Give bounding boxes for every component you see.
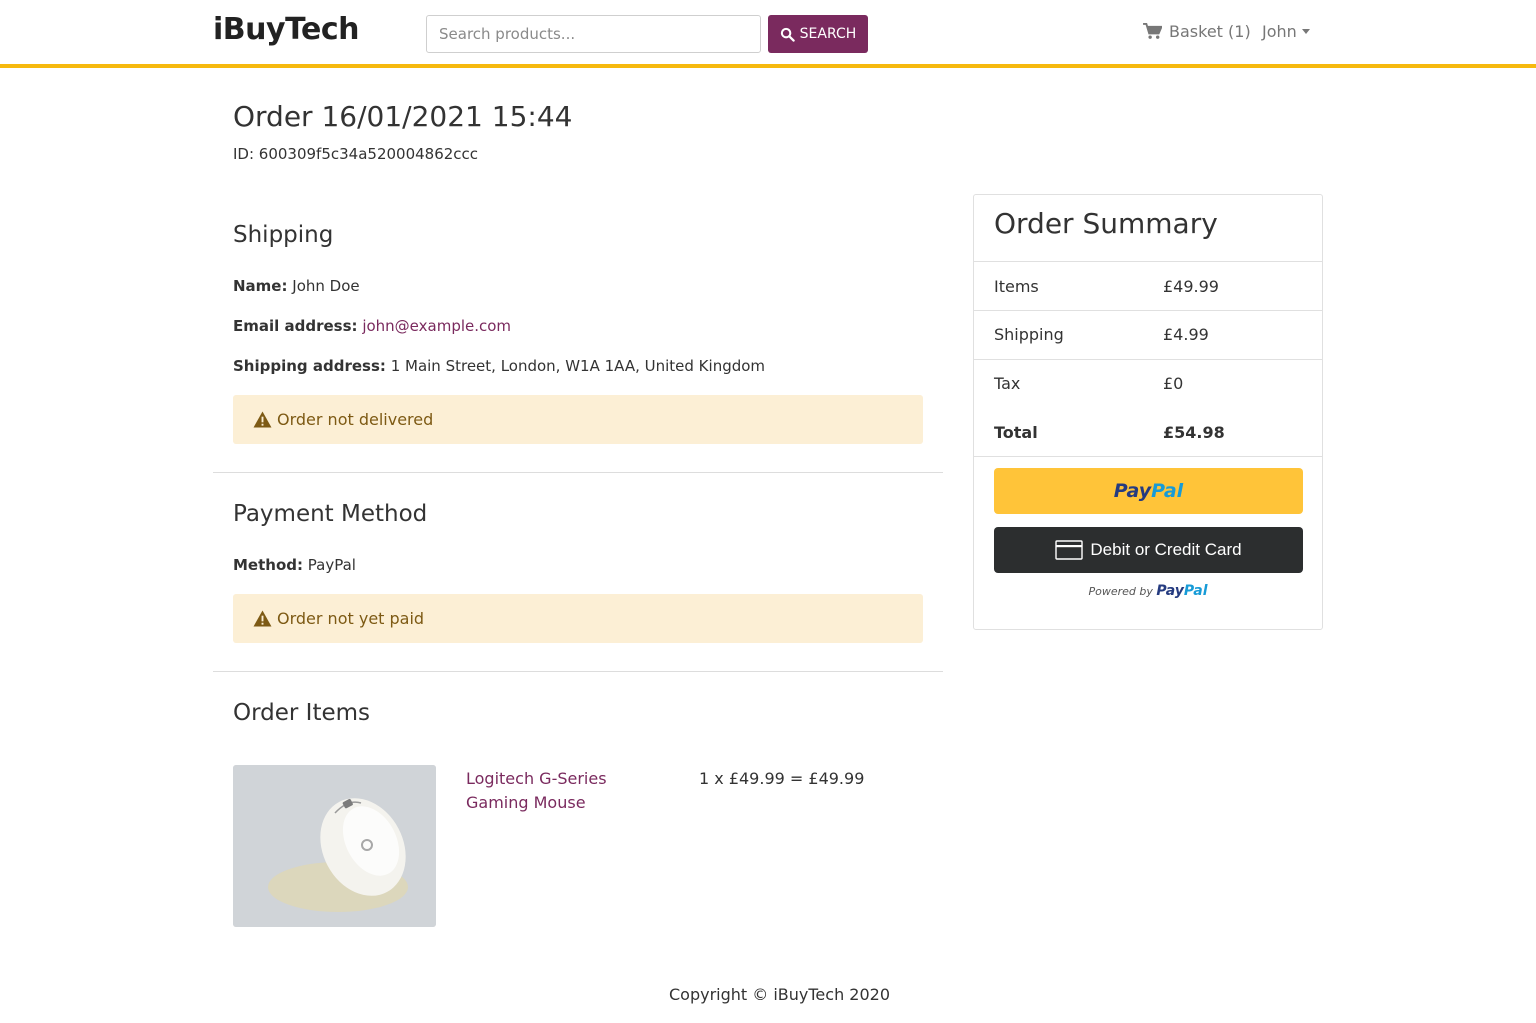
debit-credit-card-button[interactable]: Debit or Credit Card [994,527,1303,573]
page-title: Order 16/01/2021 15:44 [233,100,573,133]
summary-items-value: £49.99 [1163,277,1219,296]
paypal-logo-pal: Pal [1151,480,1184,502]
brand-logo[interactable]: iBuyTech [213,12,360,47]
shipping-name: Name: John Doe [233,277,360,295]
credit-card-icon [1055,540,1084,560]
shipping-email-label: Email address: [233,317,358,335]
warning-triangle-icon [253,610,272,627]
powered-by-text: Powered by [1088,585,1153,598]
paypal-logo-pay: Pay [1113,480,1152,502]
divider [213,671,943,672]
caret-down-icon [1301,29,1310,34]
basket-label: Basket (1) [1169,22,1251,41]
powered-by-paypal: Powered by PayPal [974,583,1322,599]
summary-row-tax-total: Tax £0 Total £54.98 [974,359,1322,456]
payment-method-value: PayPal [307,556,356,574]
payment-status-text: Order not yet paid [277,609,425,628]
summary-shipping-value: £4.99 [1163,325,1209,344]
summary-items-label: Items [994,277,1039,296]
powered-paypal-pal: Pal [1183,583,1208,599]
payment-status-alert: Order not yet paid [233,594,923,643]
shopping-cart-icon [1143,23,1162,39]
product-price-line: 1 x £49.99 = £49.99 [699,769,865,788]
delivery-status-alert: Order not delivered [233,395,923,444]
powered-paypal-pay: Pay [1156,583,1184,599]
order-summary-title: Order Summary [994,207,1218,240]
summary-divider [974,456,1322,457]
payment-method: Method: PayPal [233,556,356,574]
shipping-address-value: 1 Main Street, London, W1A 1AA, United K… [390,357,766,375]
payment-heading: Payment Method [233,501,428,527]
footer-copyright: Copyright © iBuyTech 2020 [668,985,891,1004]
shipping-address-label: Shipping address: [233,357,386,375]
product-image[interactable] [233,765,436,927]
payment-method-label: Method: [233,556,303,574]
summary-total-label: Total [994,423,1038,442]
shipping-email: Email address: john@example.com [233,317,511,335]
summary-shipping-label: Shipping [994,325,1064,344]
navbar: iBuyTech SEARCH Basket (1) John [0,0,1536,68]
user-name: John [1262,22,1297,41]
shipping-name-label: Name: [233,277,288,295]
summary-row-shipping: Shipping £4.99 [974,310,1322,359]
search-button-label: SEARCH [799,26,857,42]
paypal-button[interactable]: Pay Pal [994,468,1303,514]
shipping-address: Shipping address: 1 Main Street, London,… [233,357,765,375]
warning-triangle-icon [253,411,272,428]
shipping-heading: Shipping [233,222,334,248]
summary-tax-value: £0 [1163,374,1184,393]
search-icon [780,27,795,42]
summary-row-items: Items £49.99 [974,261,1322,310]
divider [213,472,943,473]
order-summary-card: Order Summary Items £49.99 Shipping £4.9… [973,194,1323,630]
email-link[interactable]: john@example.com [362,317,511,335]
basket-link[interactable]: Basket (1) [1143,22,1251,41]
user-menu-dropdown[interactable]: John [1262,22,1310,41]
search-input[interactable] [426,15,761,53]
summary-tax-label: Tax [994,374,1021,393]
order-id: ID: 600309f5c34a520004862ccc [233,145,479,163]
card-button-label: Debit or Credit Card [1090,540,1242,559]
delivery-status-text: Order not delivered [277,410,434,429]
search-button[interactable]: SEARCH [768,15,868,53]
order-items-heading: Order Items [233,700,371,726]
product-link[interactable]: Logitech G-Series Gaming Mouse [466,767,656,815]
shipping-name-value: John Doe [292,277,360,295]
summary-total-value: £54.98 [1163,423,1225,442]
